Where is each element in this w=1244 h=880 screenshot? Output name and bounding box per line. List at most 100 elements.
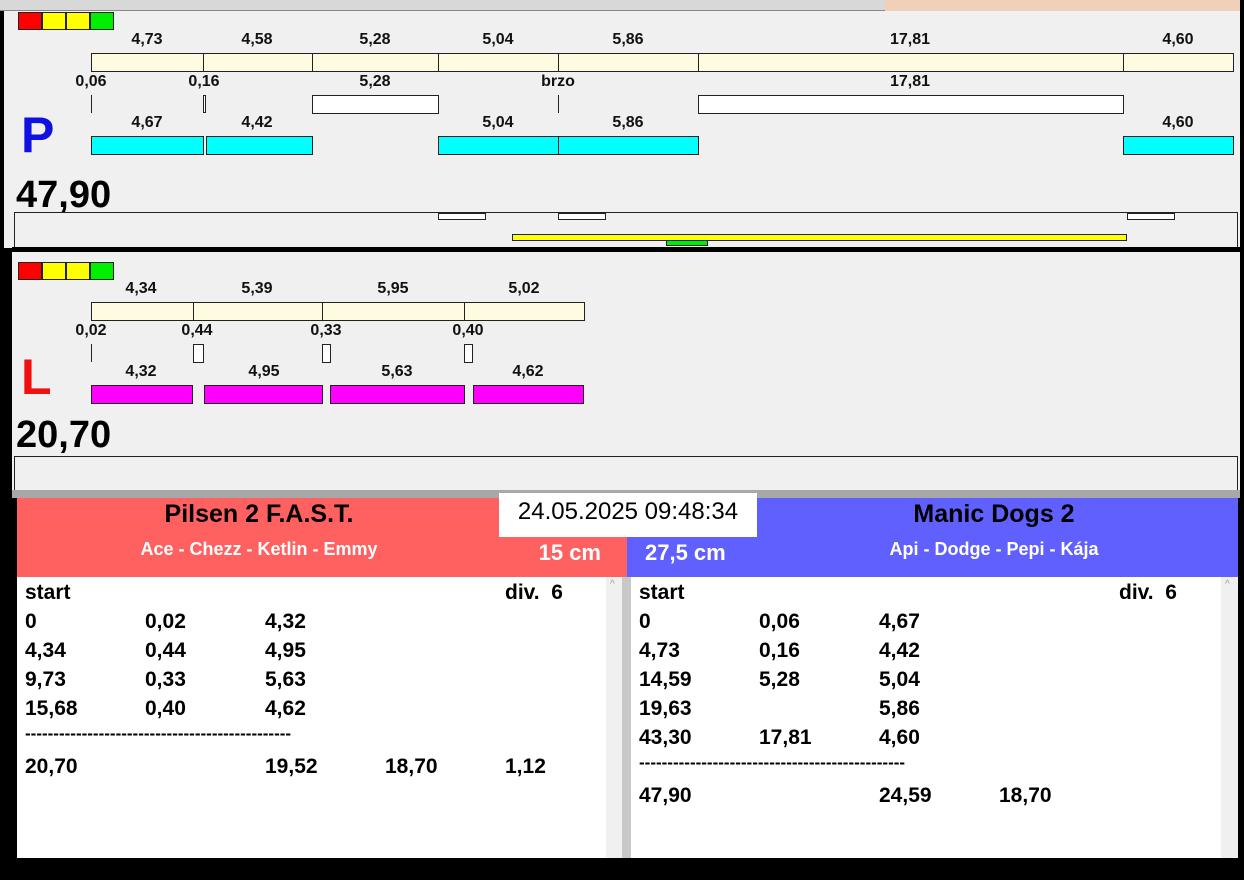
timeline-strip — [14, 456, 1238, 490]
dog-bar — [330, 385, 465, 404]
status-yellow-square — [42, 262, 66, 280]
seg-label: 5,28 — [359, 31, 391, 48]
seg-label: 5,95 — [377, 280, 409, 297]
status-yellow-square — [42, 12, 66, 30]
total-cell: 18,70 — [385, 755, 438, 778]
seg-label: 5,02 — [508, 280, 540, 297]
split-bar — [193, 302, 323, 321]
lane-letter-l: L — [21, 349, 52, 405]
cell: 0 — [25, 610, 37, 633]
dog-bar — [473, 385, 584, 404]
cell: 0,06 — [759, 610, 800, 633]
list-header-start: start — [639, 581, 685, 604]
timeline-green-bar — [666, 240, 708, 246]
split-bar — [312, 53, 439, 72]
total-cell: 47,90 — [639, 784, 692, 807]
dog-bar — [438, 136, 559, 155]
gap-label: brzo — [541, 73, 575, 90]
separator: ----------------------------------------… — [25, 724, 292, 743]
total-cell: 1,12 — [505, 755, 546, 778]
lane-total-l: 20,70 — [16, 414, 112, 456]
cell: 5,04 — [879, 668, 920, 691]
dog-label: 5,86 — [612, 114, 644, 131]
list-header-div: div. 6 — [1119, 581, 1177, 604]
cell: 4,60 — [879, 726, 920, 749]
cell: 5,86 — [879, 697, 920, 720]
total-cell: 20,70 — [25, 755, 78, 778]
status-green-square — [90, 12, 114, 30]
dog-label: 4,62 — [512, 363, 544, 380]
cell: 0,44 — [145, 639, 186, 662]
cell: 19,63 — [639, 697, 692, 720]
split-bar — [438, 53, 559, 72]
split-bar — [558, 53, 699, 72]
timeline-marker — [1127, 213, 1175, 220]
gap-marker — [312, 95, 439, 114]
list-header-div: div. 6 — [505, 581, 563, 604]
gap-marker — [193, 344, 204, 363]
gap-marker — [203, 95, 206, 113]
gap-label: 0,06 — [75, 73, 107, 90]
gap-label: 0,16 — [188, 73, 220, 90]
dog-label: 5,63 — [381, 363, 413, 380]
dog-bar — [558, 136, 699, 155]
seg-label: 5,86 — [612, 31, 644, 48]
right-results-list[interactable]: start div. 6 0 0,06 4,67 4,73 0,16 4,42 … — [631, 577, 1221, 858]
dog-label: 5,04 — [482, 114, 514, 131]
gap-tick — [91, 95, 92, 113]
cell: 0,02 — [145, 610, 186, 633]
lane-total-p: 47,90 — [16, 174, 112, 216]
seg-label: 4,73 — [131, 31, 163, 48]
gap-label: 0,02 — [75, 322, 107, 339]
dog-bar — [1123, 136, 1234, 155]
cell: 4,95 — [265, 639, 306, 662]
gap-label: 17,81 — [889, 73, 931, 90]
cell: 43,30 — [639, 726, 692, 749]
timeline-marker — [438, 213, 486, 220]
cell: 17,81 — [759, 726, 812, 749]
gap-label: 0,44 — [181, 322, 213, 339]
total-cell: 24,59 — [879, 784, 932, 807]
timeline-marker — [558, 213, 606, 220]
dog-bar — [206, 136, 313, 155]
status-yellow-square — [66, 262, 90, 280]
cell: 5,28 — [759, 668, 800, 691]
datetime-display: 24.05.2025 09:48:34 — [499, 493, 757, 537]
lane-l — [12, 252, 1240, 490]
cell: 14,59 — [639, 668, 692, 691]
split-bar — [91, 53, 204, 72]
cell: 4,67 — [879, 610, 920, 633]
split-bar — [91, 302, 194, 321]
dog-label: 4,42 — [241, 114, 273, 131]
dog-bar — [91, 385, 193, 404]
split-bar — [698, 53, 1124, 72]
right-team-dogs: Api - Dodge - Pepi - Kája — [889, 539, 1099, 559]
right-list-scrollbar[interactable]: ^ — [1221, 577, 1238, 858]
cell: 4,32 — [265, 610, 306, 633]
gap-marker — [698, 95, 1124, 114]
left-list-scrollbar[interactable]: ^ — [606, 577, 622, 858]
cell: 4,34 — [25, 639, 66, 662]
dog-label: 4,60 — [1162, 114, 1194, 131]
seg-label: 17,81 — [889, 31, 931, 48]
separator: ----------------------------------------… — [639, 753, 906, 772]
seg-label: 4,58 — [241, 31, 273, 48]
cell: 15,68 — [25, 697, 78, 720]
dog-label: 4,95 — [248, 363, 280, 380]
left-results-list[interactable]: start div. 6 0 0,02 4,32 4,34 0,44 4,95 … — [17, 577, 606, 858]
cell: 9,73 — [25, 668, 66, 691]
top-tab-strip — [0, 0, 885, 11]
cell: 4,62 — [265, 697, 306, 720]
gap-marker — [322, 344, 331, 363]
status-red-square — [18, 262, 42, 280]
status-red-square — [18, 12, 42, 30]
split-bar — [1123, 53, 1234, 72]
right-team-name: Manic Dogs 2 — [913, 500, 1075, 528]
dog-label: 4,67 — [131, 114, 163, 131]
left-team-dogs: Ace - Chezz - Ketlin - Emmy — [140, 539, 378, 559]
gap-label: 0,40 — [452, 322, 484, 339]
status-yellow-square — [66, 12, 90, 30]
cell: 0 — [639, 610, 651, 633]
timeline-strip — [14, 212, 1238, 248]
seg-label: 4,60 — [1162, 31, 1194, 48]
